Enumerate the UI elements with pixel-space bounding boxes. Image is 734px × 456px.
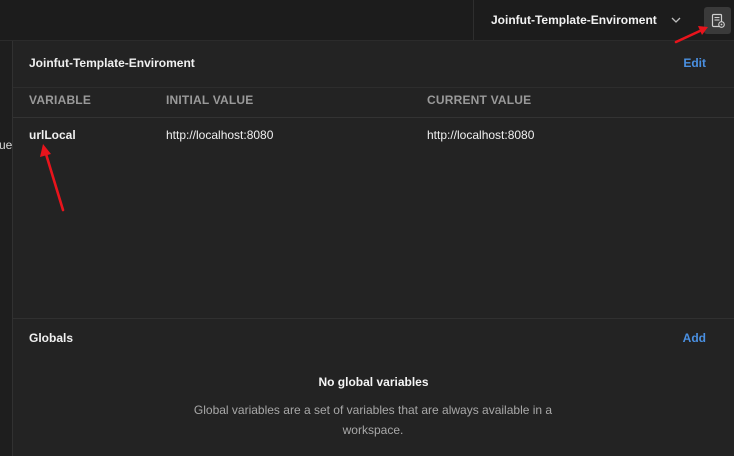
environment-header: Joinfut-Template-Enviroment Edit xyxy=(13,41,734,88)
edit-button[interactable]: Edit xyxy=(683,56,706,70)
column-header-variable: VARIABLE xyxy=(29,93,92,107)
column-header-initial-value: INITIAL VALUE xyxy=(166,93,254,107)
app-window: Joinfut-Template-Enviroment ue Joinfut-T… xyxy=(0,0,734,456)
environment-selector-label: Joinfut-Template-Enviroment xyxy=(491,13,657,27)
table-header: VARIABLE INITIAL VALUE CURRENT VALUE xyxy=(13,88,734,118)
environment-quick-look-button[interactable] xyxy=(704,7,731,34)
globals-title: Globals xyxy=(29,331,74,345)
variable-name: urlLocal xyxy=(29,128,76,142)
add-global-button[interactable]: Add xyxy=(683,331,706,345)
background-content: ue xyxy=(0,41,12,456)
initial-value: http://localhost:8080 xyxy=(166,128,274,142)
table-row: urlLocal http://localhost:8080 http://lo… xyxy=(13,118,734,153)
background-text: ue xyxy=(0,138,12,152)
column-header-current-value: CURRENT VALUE xyxy=(427,93,532,107)
environment-quick-look-panel: Joinfut-Template-Enviroment Edit VARIABL… xyxy=(12,41,734,456)
chevron-down-icon xyxy=(671,17,681,23)
current-value: http://localhost:8080 xyxy=(427,128,535,142)
environment-selector[interactable]: Joinfut-Template-Enviroment xyxy=(474,0,698,40)
top-bar: Joinfut-Template-Enviroment xyxy=(0,0,734,41)
empty-state-title: No global variables xyxy=(318,375,429,389)
globals-section: Globals Add No global variables Global v… xyxy=(13,318,734,456)
empty-state-description: Global variables are a set of variables … xyxy=(193,403,553,437)
environment-title: Joinfut-Template-Enviroment xyxy=(29,56,195,70)
environment-quick-look-icon xyxy=(711,13,725,28)
